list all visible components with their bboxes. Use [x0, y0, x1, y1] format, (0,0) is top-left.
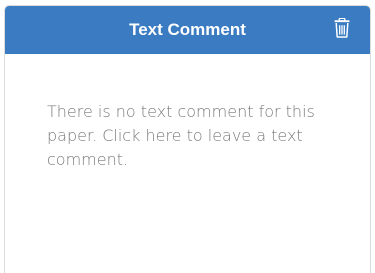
panel-body: There is no text comment for this paper.…: [5, 54, 370, 273]
trash-icon: [334, 17, 350, 43]
panel-title: Text Comment: [129, 20, 246, 39]
leave-comment-link[interactable]: There is no text comment for this paper.…: [47, 100, 327, 172]
delete-comment-button[interactable]: [331, 17, 353, 43]
text-comment-panel: Text Comment There is no text comment fo…: [4, 5, 371, 273]
panel-header: Text Comment: [5, 6, 370, 54]
